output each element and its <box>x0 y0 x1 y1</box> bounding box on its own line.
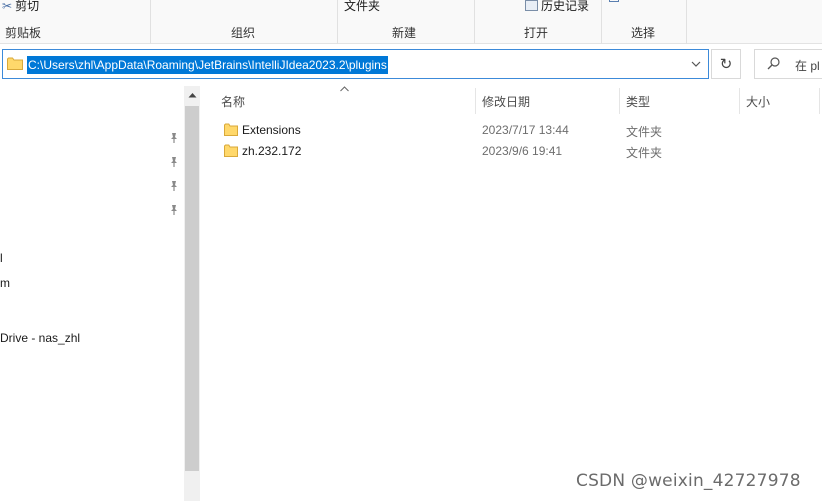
folder-icon <box>224 123 238 136</box>
history-label: 历史记录 <box>541 0 590 13</box>
address-row: C:\Users\zhl\AppData\Roaming\JetBrains\I… <box>0 44 822 86</box>
file-row[interactable]: Extensions 2023/7/17 13:44 文件夹 <box>220 120 810 141</box>
open-group-label: 打开 <box>524 26 549 40</box>
sort-ascending-icon <box>340 84 349 94</box>
scroll-up-arrow-icon[interactable] <box>184 86 200 104</box>
address-bar[interactable]: C:\Users\zhl\AppData\Roaming\JetBrains\I… <box>2 49 709 79</box>
file-type: 文件夹 <box>626 146 663 160</box>
scroll-thumb[interactable] <box>185 106 199 471</box>
pin-icon[interactable] <box>168 132 180 146</box>
column-header-name[interactable]: 名称 <box>221 93 245 110</box>
folder-icon <box>224 144 238 157</box>
new-group-label: 新建 <box>392 26 417 40</box>
column-divider[interactable] <box>739 88 740 114</box>
column-header-size[interactable]: 大小 <box>746 93 770 110</box>
file-type: 文件夹 <box>626 125 663 139</box>
cut-label: 剪切 <box>15 0 40 13</box>
csdn-watermark: CSDN @weixin_42727978 <box>576 471 801 491</box>
select-group-label: 选择 <box>631 26 656 40</box>
column-divider[interactable] <box>819 88 820 114</box>
ribbon-separator <box>686 0 687 44</box>
ribbon-separator <box>337 0 338 44</box>
file-date: 2023/9/6 19:41 <box>482 144 563 158</box>
nav-item[interactable]: m <box>0 276 10 290</box>
history-icon <box>525 0 538 11</box>
address-path-text[interactable]: C:\Users\zhl\AppData\Roaming\JetBrains\I… <box>27 56 388 74</box>
search-icon <box>767 57 780 73</box>
search-placeholder: 在 pl <box>795 59 820 73</box>
column-header-date[interactable]: 修改日期 <box>482 93 530 110</box>
select-icon <box>609 0 619 2</box>
search-input[interactable]: 在 pl <box>754 49 822 79</box>
column-header-type[interactable]: 类型 <box>626 93 650 110</box>
pin-icon[interactable] <box>168 156 180 170</box>
file-list: 名称 修改日期 类型 大小 Extensions 2023/7/17 13:44… <box>200 86 822 501</box>
select-all-button[interactable] <box>609 0 619 2</box>
file-name: Extensions <box>242 123 301 137</box>
nav-item[interactable]: l <box>0 251 3 265</box>
refresh-icon: ↻ <box>719 56 733 73</box>
refresh-button[interactable]: ↻ <box>711 49 741 79</box>
navigation-pane: l m Drive - nas_zhl <box>0 86 184 501</box>
column-divider[interactable] <box>619 88 620 114</box>
ribbon-separator <box>150 0 151 44</box>
column-divider[interactable] <box>475 88 476 114</box>
new-folder-button[interactable]: 文件夹 <box>344 0 380 14</box>
new-folder-label: 文件夹 <box>344 0 381 13</box>
file-date: 2023/7/17 13:44 <box>482 123 569 137</box>
pin-icon[interactable] <box>168 180 180 194</box>
ribbon-separator <box>474 0 475 44</box>
ribbon: ✂ 剪切 剪贴板 组织 文件夹 新建 历史记录 打开 选择 <box>0 0 822 44</box>
folder-icon <box>7 57 23 70</box>
ribbon-separator <box>601 0 602 44</box>
scissors-icon: ✂ <box>2 0 13 13</box>
organize-group-label: 组织 <box>231 26 256 40</box>
pin-icon[interactable] <box>168 204 180 218</box>
history-button[interactable]: 历史记录 <box>525 0 589 14</box>
cut-button[interactable]: ✂ 剪切 <box>2 0 39 14</box>
nav-scrollbar[interactable] <box>184 86 200 501</box>
file-row[interactable]: zh.232.172 2023/9/6 19:41 文件夹 <box>220 141 810 162</box>
nav-item-onedrive[interactable]: Drive - nas_zhl <box>0 331 80 345</box>
chevron-down-icon[interactable] <box>687 55 705 73</box>
clipboard-group-label: 剪贴板 <box>5 26 42 40</box>
file-name: zh.232.172 <box>242 144 302 158</box>
